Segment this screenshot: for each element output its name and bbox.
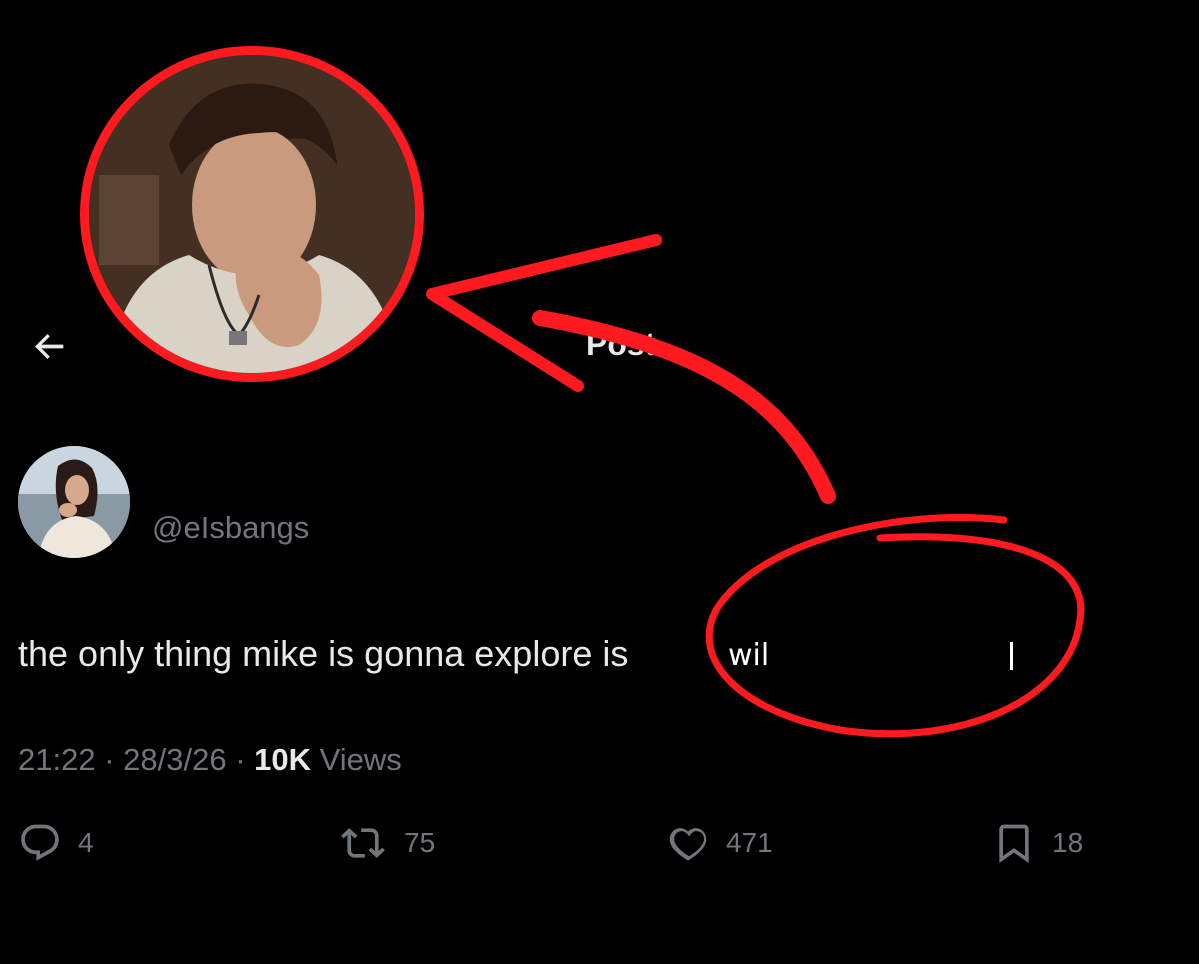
- views-label: Views: [319, 742, 402, 777]
- reply-button[interactable]: 4: [18, 818, 94, 868]
- repost-count: 75: [404, 827, 436, 858]
- heart-icon: [669, 828, 707, 861]
- avatar[interactable]: [18, 446, 130, 558]
- author-handle[interactable]: @eIsbangs: [152, 508, 309, 548]
- repost-icon: [341, 828, 385, 858]
- meta-separator: ·: [235, 742, 246, 777]
- back-button[interactable]: [26, 322, 74, 370]
- post-time: 21:22: [18, 742, 96, 777]
- zoomed-photo: [89, 55, 415, 373]
- post-date: 28/3/26: [123, 742, 227, 777]
- annotation-circle: [705, 514, 1085, 738]
- meta-separator: ·: [104, 742, 115, 777]
- post-text: the only thing mike is gonna explore is: [18, 633, 629, 674]
- post-meta: 21:22 · 28/3/26 · 10K Views: [18, 738, 402, 782]
- annotation-arrow-head: [426, 234, 662, 392]
- zoomed-photo-circle: [80, 46, 424, 382]
- page-title: Post: [586, 326, 656, 362]
- like-count: 471: [726, 827, 773, 858]
- like-button[interactable]: 471: [666, 818, 773, 868]
- arrow-left-icon: [35, 334, 64, 359]
- reply-icon: [21, 824, 59, 861]
- bookmark-icon: [999, 824, 1029, 864]
- text-cursor: [1010, 642, 1013, 670]
- repost-button[interactable]: 75: [338, 818, 435, 868]
- views-count: 10K: [254, 742, 312, 777]
- typed-text: wil: [728, 638, 770, 673]
- reply-count: 4: [78, 827, 94, 858]
- profile-photo: [18, 446, 130, 558]
- bookmark-button[interactable]: 18: [992, 818, 1083, 868]
- bookmark-count: 18: [1052, 827, 1084, 858]
